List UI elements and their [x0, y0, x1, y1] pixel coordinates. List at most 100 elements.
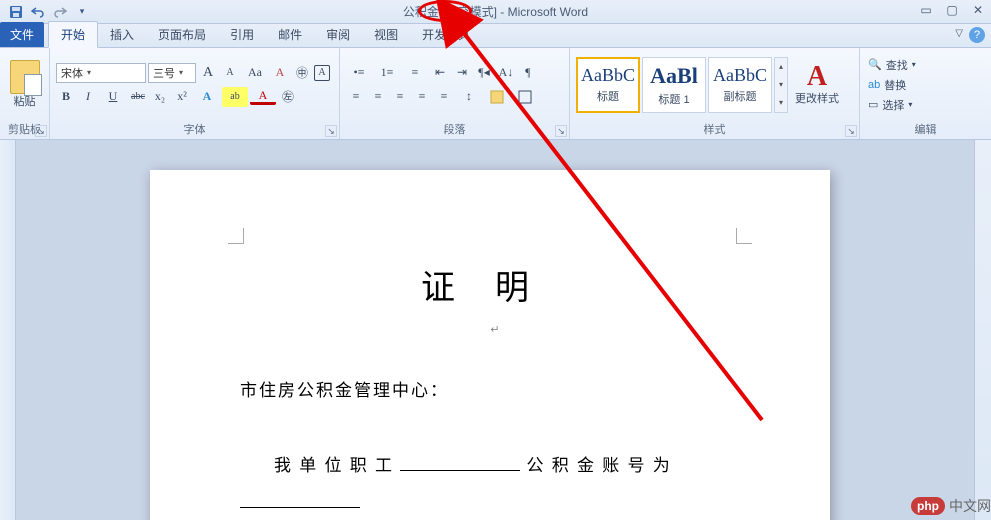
sort-button[interactable]: A↓ — [496, 63, 516, 83]
group-label-font: 字体 — [56, 119, 333, 139]
group-label-editing: 编辑 — [866, 119, 985, 139]
change-styles-icon: A — [807, 63, 827, 91]
group-styles: AaBbC 标题 AaBl 标题 1 AaBbC 副标题 ▴▾▾ A 更改 — [570, 48, 860, 139]
replace-button[interactable]: ab替换 — [866, 76, 918, 94]
style-item-subtitle[interactable]: AaBbC 副标题 — [708, 57, 772, 113]
ribbon: 粘贴 剪贴板 ↘ 宋体▾ 三号▾ A A Aa A ㊥ A — [0, 48, 991, 140]
watermark: php 中文网 — [911, 496, 991, 516]
group-clipboard: 粘贴 剪贴板 ↘ — [0, 48, 50, 139]
group-editing: 🔍查找▾ ab替换 ▭选择▾ 编辑 — [860, 48, 991, 139]
blank-field-1 — [400, 454, 520, 471]
tab-insert[interactable]: 插入 — [98, 22, 146, 47]
group-label-styles: 样式 — [576, 119, 853, 139]
save-icon[interactable] — [6, 2, 26, 22]
show-marks-button[interactable]: ¶ — [518, 63, 538, 83]
find-icon: 🔍 — [868, 58, 882, 71]
paste-button[interactable]: 粘贴 — [6, 60, 43, 108]
phonetic-guide-button[interactable]: ㊥ — [292, 63, 312, 83]
text-effects-button[interactable]: A — [194, 87, 220, 107]
bold-button[interactable]: B — [56, 87, 76, 107]
file-tab[interactable]: 文件 — [0, 22, 44, 47]
replace-icon: ab — [868, 79, 880, 91]
seg2: 公 积 金 账 号 为 — [527, 456, 672, 475]
enclose-char-button[interactable]: ㊧ — [278, 87, 298, 107]
doc-heading: 证明 — [240, 260, 750, 309]
minimize-ribbon-icon[interactable]: ▽ — [955, 28, 963, 39]
multilevel-list-button[interactable]: ≡ — [402, 63, 428, 83]
grow-font-button[interactable]: A — [198, 63, 218, 83]
char-border-button[interactable]: A — [314, 65, 330, 81]
select-button[interactable]: ▭选择▾ — [866, 96, 918, 114]
select-icon: ▭ — [868, 98, 878, 111]
document-page[interactable]: 证明 ↵ 市住房公积金管理中心： 我 单 位 职 工 公 积 金 账 号 为 身… — [150, 170, 830, 520]
distribute-button[interactable]: ≡ — [434, 87, 454, 107]
doc-line-1: 市住房公积金管理中心： — [240, 376, 750, 401]
tab-review[interactable]: 审阅 — [314, 22, 362, 47]
style-item-heading[interactable]: AaBbC 标题 — [576, 57, 640, 113]
align-left-button[interactable]: ≡ — [346, 87, 366, 107]
doc-paragraph: 我 单 位 职 工 公 积 金 账 号 为 身份证号为 需提取住房公积金用于一次 — [240, 447, 750, 520]
qat-customize-icon[interactable]: ▾ — [72, 2, 92, 22]
app-name: - Microsoft Word — [500, 5, 588, 19]
align-right-button[interactable]: ≡ — [390, 87, 410, 107]
strikethrough-button[interactable]: abc — [128, 87, 148, 107]
font-color-button[interactable]: A — [250, 88, 276, 105]
tab-references[interactable]: 引用 — [218, 22, 266, 47]
title-bar: ▾ 公积金 [兼容模式] - Microsoft Word ▭ ▢ ✕ — [0, 0, 991, 24]
style-item-heading1[interactable]: AaBl 标题 1 — [642, 57, 706, 113]
justify-button[interactable]: ≡ — [412, 87, 432, 107]
clear-formatting-button[interactable]: A — [270, 63, 290, 83]
group-paragraph: •≡ 1≡ ≡ ⇤ ⇥ ¶◂ A↓ ¶ ≡ ≡ ≡ ≡ ≡ — [340, 48, 570, 139]
tab-layout[interactable]: 页面布局 — [146, 22, 218, 47]
style-gallery: AaBbC 标题 AaBl 标题 1 AaBbC 副标题 ▴▾▾ — [576, 57, 788, 113]
font-size-combo[interactable]: 三号▾ — [148, 63, 196, 83]
vertical-ruler[interactable] — [0, 140, 16, 520]
help-icon[interactable]: ? — [969, 27, 985, 43]
tab-mailings[interactable]: 邮件 — [266, 22, 314, 47]
tab-developer[interactable]: 开发工具 — [410, 22, 482, 47]
font-name-combo[interactable]: 宋体▾ — [56, 63, 146, 83]
seg1: 我 单 位 职 工 — [274, 456, 394, 475]
undo-icon[interactable] — [28, 2, 48, 22]
paragraph-mark-icon: ↵ — [240, 323, 750, 336]
style-gallery-more-icon[interactable]: ▴▾▾ — [774, 57, 788, 113]
clipboard-launcher-icon[interactable]: ↘ — [35, 125, 47, 137]
change-styles-button[interactable]: A 更改样式 — [792, 63, 842, 105]
window-controls: ▭ ▢ ✕ — [917, 2, 987, 18]
bullets-button[interactable]: •≡ — [346, 63, 372, 83]
watermark-badge: php — [911, 497, 945, 515]
decrease-indent-button[interactable]: ⇤ — [430, 63, 450, 83]
document-area[interactable]: 证明 ↵ 市住房公积金管理中心： 我 单 位 职 工 公 积 金 账 号 为 身… — [0, 140, 991, 520]
subscript-button[interactable]: x₂ — [150, 87, 170, 107]
paragraph-launcher-icon[interactable]: ↘ — [555, 125, 567, 137]
watermark-text: 中文网 — [949, 496, 991, 516]
tab-home[interactable]: 开始 — [48, 21, 98, 48]
borders-button[interactable] — [512, 87, 538, 107]
underline-button[interactable]: U — [100, 87, 126, 107]
ribbon-tabs: 文件 开始 插入 页面布局 引用 邮件 审阅 视图 开发工具 ▽ ? — [0, 24, 991, 48]
window-title: 公积金 [兼容模式] - Microsoft Word — [0, 3, 991, 20]
increase-indent-button[interactable]: ⇥ — [452, 63, 472, 83]
line-spacing-button[interactable]: ↕ — [456, 87, 482, 107]
highlight-button[interactable]: ab — [222, 87, 248, 107]
ltr-button[interactable]: ¶◂ — [474, 63, 494, 83]
doc-name: 公积金 — [403, 5, 439, 19]
numbering-button[interactable]: 1≡ — [374, 63, 400, 83]
find-button[interactable]: 🔍查找▾ — [866, 56, 918, 74]
shrink-font-button[interactable]: A — [220, 63, 240, 83]
superscript-button[interactable]: x² — [172, 87, 192, 107]
redo-icon[interactable] — [50, 2, 70, 22]
change-case-button[interactable]: Aa — [242, 63, 268, 83]
align-center-button[interactable]: ≡ — [368, 87, 388, 107]
group-font: 宋体▾ 三号▾ A A Aa A ㊥ A B I U abc x₂ — [50, 48, 340, 139]
font-launcher-icon[interactable]: ↘ — [325, 125, 337, 137]
minimize-button[interactable]: ▭ — [917, 2, 935, 18]
compat-mode: [兼容模式] — [442, 5, 497, 19]
group-label-paragraph: 段落 — [346, 119, 563, 139]
maximize-button[interactable]: ▢ — [943, 2, 961, 18]
close-button[interactable]: ✕ — [969, 2, 987, 18]
tab-view[interactable]: 视图 — [362, 22, 410, 47]
styles-launcher-icon[interactable]: ↘ — [845, 125, 857, 137]
shading-button[interactable] — [484, 87, 510, 107]
italic-button[interactable]: I — [78, 87, 98, 107]
